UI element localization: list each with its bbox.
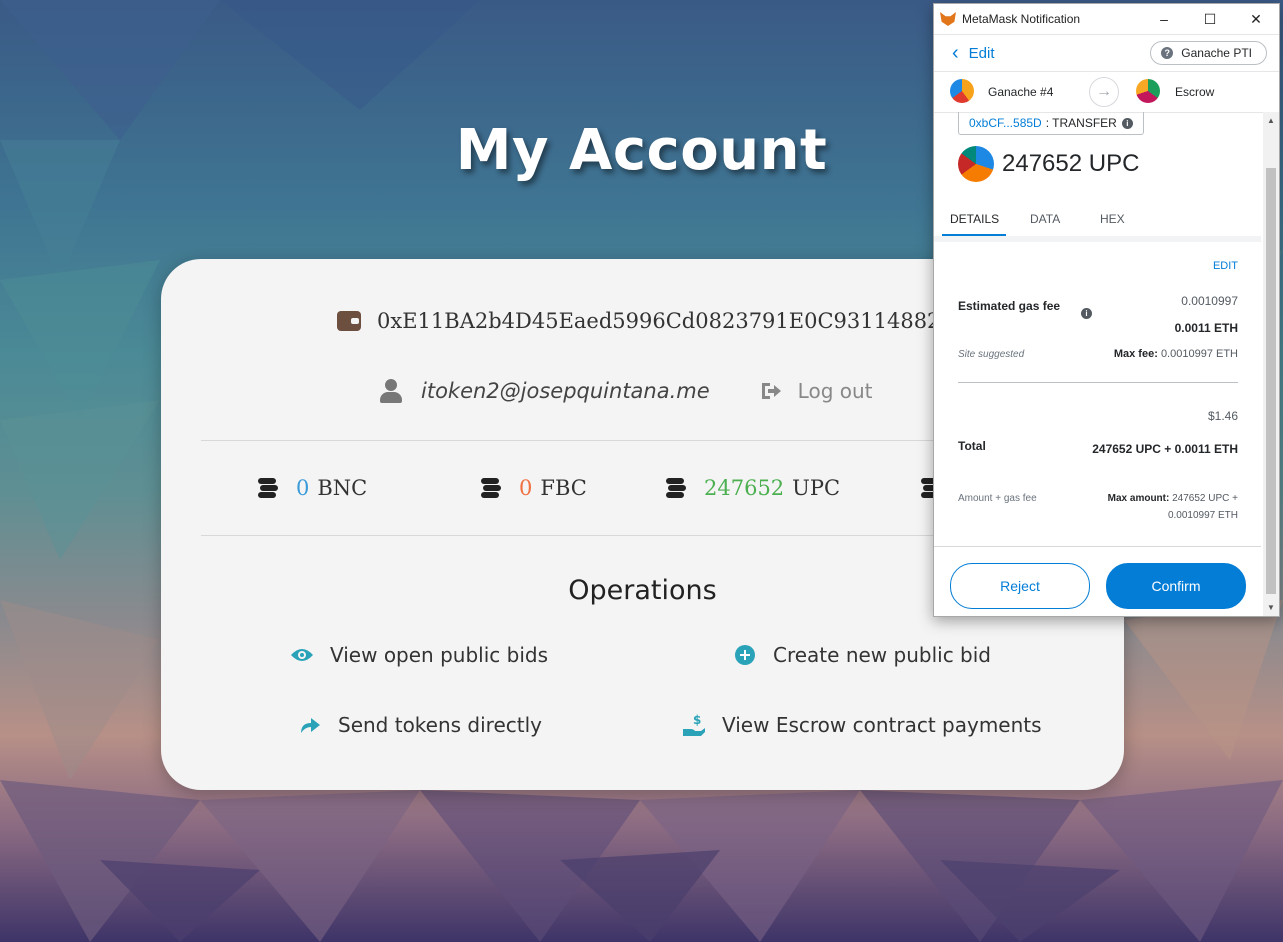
create-bid-label: Create new public bid [773, 643, 991, 667]
sign-out-icon [761, 383, 781, 399]
details-divider [958, 382, 1238, 383]
total-fiat: $1.46 [1207, 409, 1238, 423]
total-label: Total [958, 439, 986, 453]
tab-details[interactable]: DETAILS [950, 212, 999, 226]
eye-icon [290, 643, 314, 667]
metamask-window: MetaMask Notification – ☐ ✕ ‹ Edit ? Gan… [933, 3, 1280, 617]
contract-address-link[interactable]: 0xbCF...585D [969, 116, 1042, 130]
user-row: itoken2@josepquintana.me Log out [379, 379, 873, 403]
hand-dollar-icon: $ [682, 713, 706, 737]
action-footer: Reject Confirm [934, 546, 1261, 616]
user-icon [379, 379, 403, 403]
total-value: 247652 UPC + 0.0011 ETH [1092, 442, 1238, 456]
gas-fee-label: Estimated gas fee [958, 299, 1061, 313]
close-button[interactable]: ✕ [1233, 4, 1279, 34]
site-suggested: Site suggested [958, 349, 1025, 360]
question-icon: ? [1161, 47, 1174, 59]
method-badge: 0xbCF...585D : TRANSFER i [958, 112, 1144, 135]
address-row: 0xE11BA2b4D45Eaed5996Cd0823791E0C9311488… [337, 309, 940, 333]
sender-name: Ganache #4 [988, 85, 1054, 99]
token-avatar [958, 146, 994, 182]
scroll-up-icon[interactable]: ▲ [1263, 116, 1279, 125]
window-titlebar: MetaMask Notification – ☐ ✕ [934, 4, 1279, 35]
method-name: : TRANSFER [1045, 116, 1117, 130]
view-bids-label: View open public bids [330, 643, 548, 667]
transaction-amount: 247652 UPC [958, 146, 1139, 182]
max-amount-value: 247652 UPC + 0.0010997 ETH [1167, 493, 1238, 521]
scroll-down-icon[interactable]: ▼ [1263, 603, 1279, 612]
logout-button[interactable]: Log out [760, 379, 873, 403]
network-selector[interactable]: ? Ganache PTI [1150, 41, 1267, 65]
sender-recipient: Ganache #4 → Escrow [934, 71, 1279, 113]
plus-circle-icon [733, 643, 757, 667]
send-tokens-link[interactable]: Send tokens directly [298, 713, 542, 737]
chevron-left-icon: ‹ [952, 41, 959, 64]
account-address: 0xE11BA2b4D45Eaed5996Cd0823791E0C9311488… [377, 309, 941, 333]
coins-icon [256, 476, 280, 500]
share-arrow-icon [298, 713, 322, 737]
confirm-button[interactable]: Confirm [1106, 563, 1246, 609]
amount-gas-label: Amount + gas fee [958, 493, 1037, 504]
max-amount-label: Max amount: [1107, 493, 1170, 504]
svg-text:$: $ [693, 713, 701, 727]
metamask-fox-icon [940, 12, 956, 26]
max-fee-value: 0.0010997 ETH [1160, 348, 1238, 360]
arrow-right-icon: → [1089, 77, 1119, 107]
scrollbar[interactable]: ▲ ▼ [1263, 112, 1279, 616]
token-symbol: BNC [317, 476, 368, 500]
token-upc: 247652 UPC [664, 476, 840, 500]
recipient-name: Escrow [1175, 85, 1215, 99]
reject-button[interactable]: Reject [950, 563, 1090, 609]
sender-avatar [950, 79, 974, 103]
tab-data[interactable]: DATA [1030, 212, 1060, 226]
user-email: itoken2@josepquintana.me [421, 379, 710, 403]
token-amount: 247652 [704, 476, 785, 500]
send-tokens-label: Send tokens directly [338, 713, 543, 737]
coins-icon [479, 476, 503, 500]
edit-back-link[interactable]: ‹ Edit [952, 42, 995, 65]
token-amount: 0 [519, 476, 533, 500]
recipient-avatar [1136, 79, 1160, 103]
wallet-icon [337, 311, 361, 331]
create-bid-link[interactable]: Create new public bid [733, 643, 991, 667]
token-symbol: UPC [792, 476, 841, 500]
logout-label: Log out [797, 379, 873, 403]
token-symbol: FBC [540, 476, 587, 500]
gas-value-small: 0.0010997 [1181, 294, 1238, 308]
coins-icon [664, 476, 688, 500]
minimize-button[interactable]: – [1141, 4, 1187, 34]
max-fee-label: Max fee: [1113, 348, 1158, 360]
info-icon[interactable]: i [1121, 117, 1133, 129]
tabs-separator [934, 236, 1261, 242]
scrollbar-thumb[interactable] [1266, 168, 1276, 594]
confirm-header: ‹ Edit ? Ganache PTI [934, 35, 1279, 71]
token-amount: 0 [296, 476, 310, 500]
max-amount: Max amount: 247652 UPC + 0.0010997 ETH [1068, 490, 1238, 524]
edit-label: Edit [968, 44, 995, 62]
escrow-payments-link[interactable]: $ View Escrow contract payments [682, 713, 1042, 737]
edit-gas-link[interactable]: EDIT [1213, 260, 1238, 272]
window-title: MetaMask Notification [962, 12, 1081, 26]
network-name: Ganache PTI [1181, 46, 1252, 60]
view-bids-link[interactable]: View open public bids [290, 643, 548, 667]
token-fbc: 0 FBC [479, 476, 587, 500]
gas-info-icon[interactable]: i [1081, 308, 1092, 319]
detail-tabs: DETAILS DATA HEX [934, 208, 1261, 237]
tab-hex[interactable]: HEX [1100, 212, 1125, 226]
max-fee: Max fee: 0.0010997 ETH [1114, 348, 1238, 360]
amount-value: 247652 UPC [1002, 150, 1140, 177]
gas-value: 0.0011 ETH [1174, 321, 1238, 335]
token-bnc: 0 BNC [256, 476, 367, 500]
escrow-payments-label: View Escrow contract payments [722, 713, 1042, 737]
window-controls: – ☐ ✕ [1141, 4, 1279, 34]
maximize-button[interactable]: ☐ [1187, 4, 1233, 34]
transaction-body: 0xbCF...585D : TRANSFER i 247652 UPC DET… [934, 112, 1261, 616]
